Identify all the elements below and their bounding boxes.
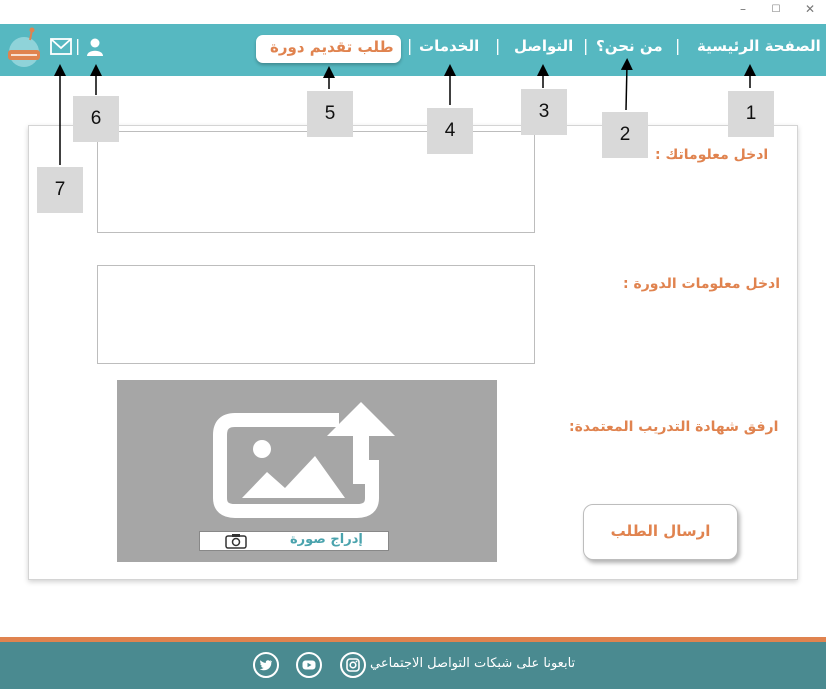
insert-image-bar[interactable]: إدراج صورة	[199, 531, 389, 551]
annotation-label-6: 6	[73, 96, 119, 142]
window-title-bar: – ☐ ✕	[0, 0, 826, 24]
user-icon[interactable]	[85, 37, 105, 61]
image-upload-area[interactable]: إدراج صورة	[117, 380, 497, 562]
instagram-icon[interactable]	[340, 652, 366, 678]
app-window: – ☐ ✕ | طلب تقديم دورة | الخدمات | التوا…	[0, 0, 826, 689]
nav-separator: |	[407, 36, 413, 55]
nav-separator: |	[75, 36, 81, 55]
annotation-label-2: 2	[602, 112, 648, 158]
youtube-icon[interactable]	[296, 652, 322, 678]
submit-request-label: ارسال الطلب	[610, 522, 711, 540]
nav-item-home[interactable]: الصفحة الرئيسية	[697, 37, 821, 55]
mail-icon[interactable]	[50, 38, 72, 60]
annotation-label-4: 4	[427, 108, 473, 154]
nav-item-services[interactable]: الخدمات	[419, 37, 479, 55]
nav-item-contact[interactable]: التواصل	[514, 37, 573, 55]
footer-follow-text: تابعونا على شبكات التواصل الاجتماعي	[370, 656, 576, 671]
nav-separator: |	[495, 36, 501, 55]
info-label: ادخل معلوماتك :	[655, 147, 769, 163]
submit-request-button[interactable]: ارسال الطلب	[583, 504, 738, 560]
close-button[interactable]: ✕	[800, 2, 820, 16]
nav-separator: |	[675, 36, 681, 55]
certificate-label: ارفق شهادة التدريب المعتمدة:	[569, 419, 779, 435]
annotation-label-1: 1	[728, 91, 774, 137]
annotation-label-3: 3	[521, 89, 567, 135]
nav-item-about[interactable]: من نحن؟	[596, 37, 663, 55]
minimize-button[interactable]: –	[733, 2, 753, 16]
camera-icon	[225, 534, 247, 549]
annotation-label-5: 5	[307, 91, 353, 137]
nav-item-course-request[interactable]: طلب تقديم دورة	[256, 35, 401, 63]
course-info-textarea[interactable]	[97, 265, 535, 364]
nav-separator: |	[583, 36, 589, 55]
top-navigation-bar: | طلب تقديم دورة | الخدمات | التواصل | م…	[0, 24, 826, 76]
insert-image-label: إدراج صورة	[290, 532, 363, 547]
logo[interactable]	[4, 26, 46, 70]
annotation-label-7: 7	[37, 167, 83, 213]
nav-course-request-label: طلب تقديم دورة	[270, 38, 394, 56]
maximize-button[interactable]: ☐	[766, 4, 786, 15]
course-info-label: ادخل معلومات الدورة :	[623, 276, 781, 292]
footer: تابعونا على شبكات التواصل الاجتماعي	[0, 642, 826, 689]
twitter-icon[interactable]	[253, 652, 279, 678]
